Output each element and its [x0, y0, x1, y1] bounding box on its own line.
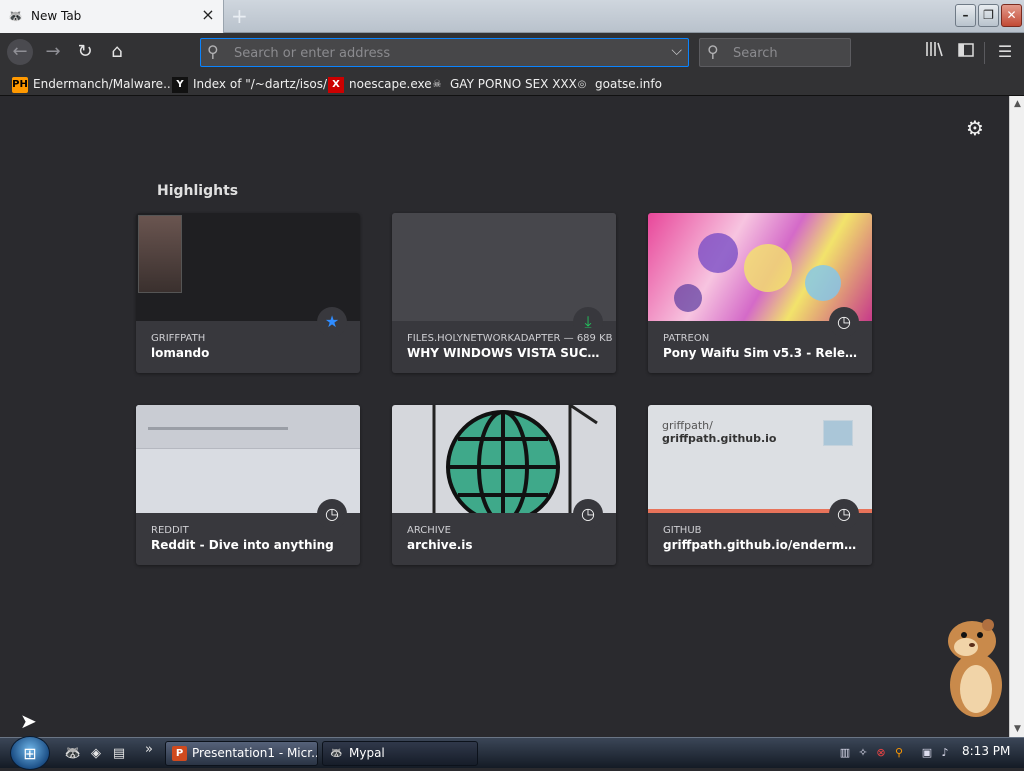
minimize-button[interactable]: – — [955, 4, 976, 27]
sidebar-icon[interactable] — [954, 40, 978, 64]
card-source: PATREON — [663, 333, 710, 344]
network-tray-icon[interactable]: ▥ — [838, 745, 852, 761]
clock-icon: ◷ — [829, 307, 859, 337]
card-source: REDDIT — [151, 525, 189, 536]
gear-icon[interactable]: ⚙ — [966, 116, 984, 140]
tab-title: New Tab — [31, 9, 82, 23]
toolbar-separator — [984, 42, 985, 64]
card-source: ARCHIVE — [407, 525, 451, 536]
card-thumbnail — [648, 213, 872, 321]
address-input[interactable] — [232, 42, 652, 64]
hamster-mascot-icon — [948, 619, 1002, 717]
vertical-scrollbar[interactable]: ▲ ▼ — [1009, 96, 1024, 737]
start-button[interactable]: ⊞ — [10, 736, 50, 770]
browser-quicklaunch-icon[interactable]: ◈ — [87, 745, 105, 763]
powerpoint-icon: P — [172, 746, 187, 761]
mypal-favicon-icon: 🦝 — [8, 9, 23, 23]
desktop-quicklaunch-icon[interactable]: ▤ — [110, 745, 128, 763]
globe-icon: ◎ — [577, 78, 587, 90]
bookmark-item[interactable]: Y Index of "/~dartz/isos/" — [172, 75, 333, 93]
address-bar[interactable]: ⚲ ⌵ — [200, 38, 689, 67]
new-tab-page: ⚙ Highlights ★ GRIFFPATH lomando ⤓ FILES… — [0, 96, 1009, 737]
star-icon: ★ — [317, 307, 347, 337]
chevron-down-icon[interactable]: ⌵ — [671, 43, 682, 59]
card-title: Pony Waifu Sim v5.3 - Release! | Patreon — [663, 346, 863, 360]
highlight-card[interactable]: ◷ PATREON Pony Waifu Sim v5.3 - Release!… — [648, 213, 872, 373]
home-button[interactable]: ⌂ — [104, 39, 130, 65]
navigation-toolbar: ← → ↻ ⌂ ⚲ ⌵ ⚲ ☰ — [0, 33, 1024, 71]
card-thumbnail — [136, 213, 360, 321]
bookmark-item[interactable]: PH Endermanch/Malware... — [12, 75, 175, 93]
clock-icon: ◷ — [317, 499, 347, 529]
tab-close-icon[interactable]: × — [199, 6, 217, 24]
taskbar-button-mypal[interactable]: 🦝 Mypal — [322, 741, 478, 766]
bookmarks-toolbar: PH Endermanch/Malware... Y Index of "/~dar… — [0, 71, 1024, 96]
restore-button[interactable]: ❐ — [978, 4, 999, 27]
card-title: Reddit - Dive into anything — [151, 538, 334, 552]
github-repo-text: griffpath.github.io — [662, 432, 777, 445]
card-thumbnail — [136, 405, 360, 513]
highlight-card[interactable]: ★ GRIFFPATH lomando — [136, 213, 360, 373]
quicklaunch-more-icon[interactable]: » — [140, 741, 158, 759]
highlight-card[interactable]: ◷ REDDIT Reddit - Dive into anything — [136, 405, 360, 565]
card-thumbnail — [392, 213, 616, 321]
mypal-quicklaunch-icon[interactable]: 🦝 — [64, 745, 82, 763]
taskbar-button-powerpoint[interactable]: P Presentation1 - Micr... — [165, 741, 318, 766]
ycombinator-icon: Y — [172, 76, 188, 93]
highlight-card[interactable]: ◷ ARCHIVE archive.is — [392, 405, 616, 565]
search-input[interactable] — [731, 42, 841, 64]
clock-icon: ◷ — [573, 499, 603, 529]
bookmark-item[interactable]: ☠ GAY PORNO SEX XXX — [429, 75, 577, 93]
windows-taskbar: ⊞ 🦝 ◈ ▤ » P Presentation1 - Micr... 🦝 My… — [0, 736, 1024, 770]
taskbar-clock[interactable]: 8:13 PM — [962, 744, 1010, 758]
close-window-button[interactable]: ✕ — [1001, 4, 1022, 27]
pornhub-icon: PH — [12, 76, 28, 93]
card-source: GITHUB — [663, 525, 702, 536]
new-tab-button[interactable]: + — [231, 5, 251, 27]
github-user-text: griffpath/ — [662, 419, 713, 432]
mouse-cursor-icon: ➤ — [20, 709, 37, 733]
x-red-icon: X — [328, 76, 344, 93]
monitor-tray-icon[interactable]: ▣ — [920, 745, 934, 761]
search-icon: ⚲ — [707, 42, 719, 61]
search-icon: ⚲ — [207, 42, 219, 61]
card-title: griffpath.github.io/enderman.jpg — [663, 538, 863, 552]
search-tray-icon[interactable]: ⚲ — [892, 745, 906, 761]
highlight-card[interactable]: griffpath/ griffpath.github.io ◷ GITHUB … — [648, 405, 872, 565]
bookmark-item[interactable]: Xnoescape.exe — [328, 75, 432, 93]
back-button[interactable]: ← — [7, 39, 33, 65]
tab-strip: 🦝 New Tab × + – ❐ ✕ — [0, 0, 1024, 33]
card-source: FILES.HOLYNETWORKADAPTER — 689 KB — [407, 333, 613, 344]
card-title: WHY WINDOWS VISTA SUCKS!.mp4 — [407, 346, 607, 360]
mypal-icon: 🦝 — [330, 748, 343, 759]
card-thumbnail: griffpath/ griffpath.github.io — [648, 405, 872, 513]
skull-icon: ☠ — [432, 78, 442, 90]
card-title: lomando — [151, 346, 210, 360]
forward-button[interactable]: → — [40, 39, 66, 65]
menu-icon[interactable]: ☰ — [993, 40, 1017, 64]
card-title: archive.is — [407, 538, 473, 552]
card-thumbnail — [392, 405, 616, 524]
bookmark-item[interactable]: ◎ goatse.info — [574, 75, 662, 93]
tool-tray-icon[interactable]: ✧ — [856, 745, 870, 761]
error-tray-icon[interactable]: ⊗ — [874, 745, 888, 761]
highlights-title: Highlights — [157, 183, 239, 199]
tab-new-tab[interactable]: 🦝 New Tab × — [0, 0, 224, 33]
search-box[interactable]: ⚲ — [699, 38, 851, 67]
clock-icon: ◷ — [829, 499, 859, 529]
highlight-card[interactable]: ⤓ FILES.HOLYNETWORKADAPTER — 689 KB WHY … — [392, 213, 616, 373]
library-icon[interactable] — [922, 40, 946, 64]
scroll-down-arrow-icon[interactable]: ▼ — [1010, 721, 1024, 737]
scroll-up-arrow-icon[interactable]: ▲ — [1010, 96, 1024, 112]
card-source: GRIFFPATH — [151, 333, 206, 344]
reload-button[interactable]: ↻ — [72, 39, 98, 65]
volume-tray-icon[interactable]: ♪ — [938, 745, 952, 761]
